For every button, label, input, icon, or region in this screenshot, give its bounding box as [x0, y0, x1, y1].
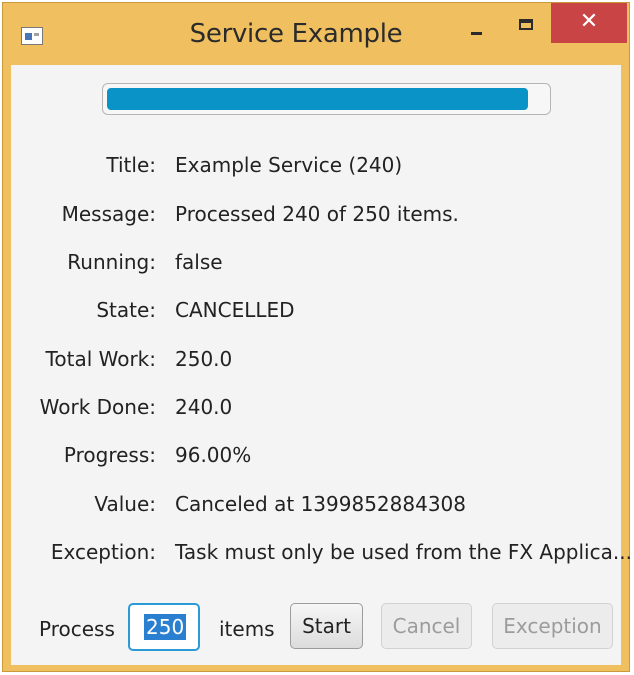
- field-value-progress: 96.00%: [175, 443, 252, 467]
- cancel-button[interactable]: Cancel: [381, 603, 472, 649]
- items-count-input[interactable]: 250: [128, 603, 200, 651]
- field-row-exception: Exception: Task must only be used from t…: [11, 540, 632, 570]
- field-row-work-done: Work Done: 240.0: [11, 395, 621, 425]
- field-label-value: Value:: [94, 492, 156, 516]
- field-label-work-done: Work Done:: [39, 395, 156, 419]
- minimize-button[interactable]: [453, 5, 499, 43]
- control-bar: Process 250 items Start Cancel Exception: [11, 603, 621, 653]
- maximize-button[interactable]: [506, 5, 550, 43]
- field-row-running: Running: false: [11, 250, 621, 280]
- field-row-message: Message: Processed 240 of 250 items.: [11, 202, 621, 232]
- field-value-state: CANCELLED: [175, 298, 295, 322]
- items-label: items: [219, 617, 275, 641]
- exception-button[interactable]: Exception: [492, 603, 613, 649]
- process-label: Process: [39, 617, 115, 641]
- title-bar[interactable]: Service Example ✕: [3, 3, 629, 65]
- field-value-title: Example Service (240): [175, 153, 403, 177]
- app-window: Service Example ✕ Title: Example Service…: [2, 2, 632, 672]
- field-row-value: Value: Canceled at 1399852884308: [11, 492, 621, 522]
- close-button[interactable]: ✕: [551, 3, 627, 43]
- field-label-running: Running:: [67, 250, 156, 274]
- field-value-running: false: [175, 250, 223, 274]
- field-row-title: Title: Example Service (240): [11, 153, 621, 183]
- field-value-work-done: 240.0: [175, 395, 233, 419]
- minimize-icon: [471, 32, 482, 35]
- field-row-total-work: Total Work: 250.0: [11, 347, 621, 377]
- field-row-progress: Progress: 96.00%: [11, 443, 621, 473]
- content-area: Title: Example Service (240) Message: Pr…: [11, 65, 632, 665]
- field-label-title: Title:: [106, 153, 156, 177]
- field-label-progress: Progress:: [63, 443, 156, 467]
- field-value-message: Processed 240 of 250 items.: [175, 202, 459, 226]
- field-value-total-work: 250.0: [175, 347, 233, 371]
- field-value-exception: Task must only be used from the FX Appli…: [175, 540, 632, 564]
- field-value-value: Canceled at 1399852884308: [175, 492, 466, 516]
- maximize-icon: [519, 19, 533, 30]
- progress-bar-fill: [107, 88, 528, 110]
- items-count-value[interactable]: 250: [144, 614, 187, 640]
- start-button[interactable]: Start: [290, 603, 363, 649]
- close-icon: ✕: [579, 9, 599, 34]
- field-label-message: Message:: [61, 202, 156, 226]
- progress-bar: [102, 83, 551, 115]
- field-label-total-work: Total Work:: [45, 347, 156, 371]
- field-label-state: State:: [96, 298, 156, 322]
- field-label-exception: Exception:: [50, 540, 156, 564]
- field-row-state: State: CANCELLED: [11, 298, 621, 328]
